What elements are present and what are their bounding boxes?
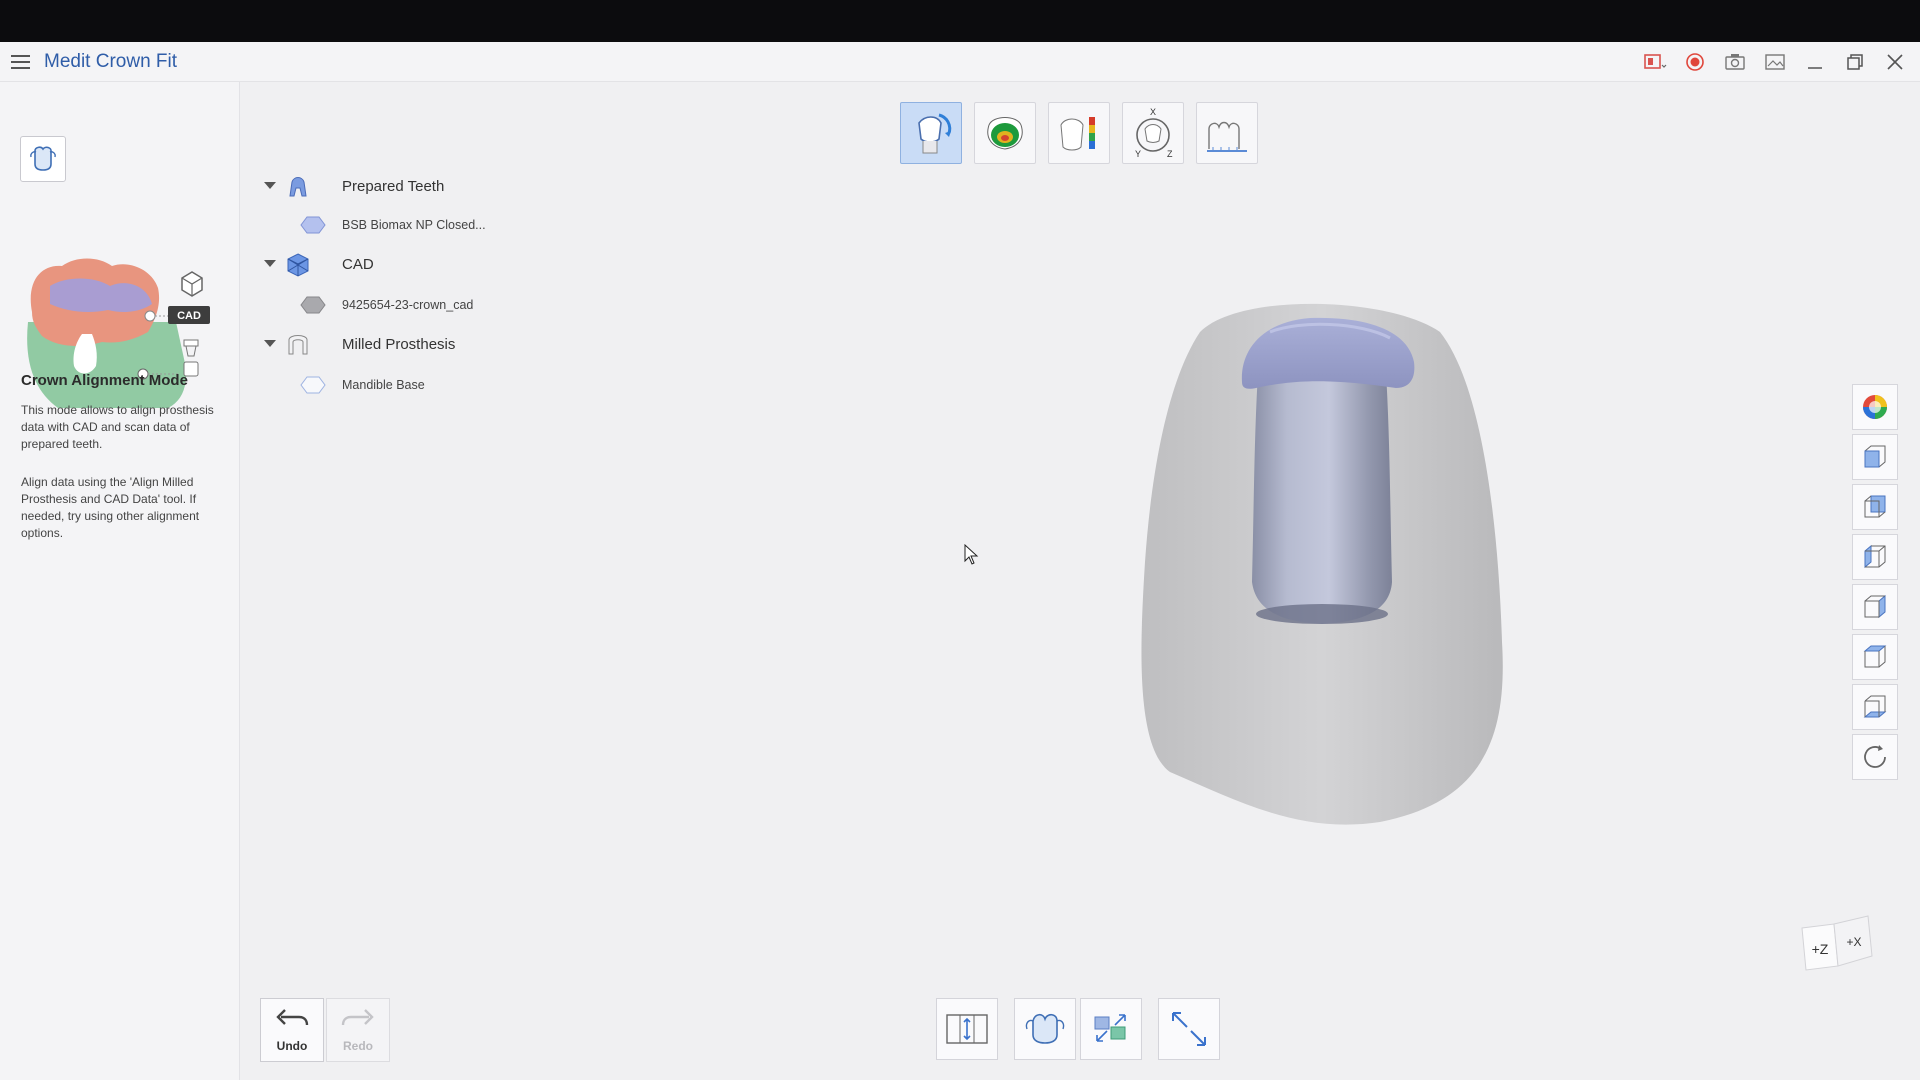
tree-group-label: Milled Prosthesis xyxy=(342,336,456,353)
record-icon[interactable] xyxy=(1682,50,1708,74)
minimize-icon[interactable] xyxy=(1802,50,1828,74)
axis-x-label: +X xyxy=(1846,935,1861,949)
undo-button[interactable]: Undo xyxy=(260,998,324,1062)
redo-icon xyxy=(341,1009,374,1026)
align-prosthesis-cad-button[interactable] xyxy=(1014,998,1076,1060)
app-title: Medit Crown Fit xyxy=(44,51,178,72)
measure-tool-icon xyxy=(1207,121,1247,152)
camera-icon[interactable] xyxy=(1722,50,1748,74)
svg-text:Y: Y xyxy=(1135,149,1141,159)
mode-sidebar: CAD Crown Alignment Mode This mode allow… xyxy=(0,82,240,1080)
mouse-cursor-icon xyxy=(964,544,979,565)
svg-text:Z: Z xyxy=(1167,149,1173,159)
point-alignment-button[interactable] xyxy=(1080,998,1142,1060)
collapse-caret-icon[interactable] xyxy=(264,182,276,189)
prepared-teeth-icon xyxy=(289,177,307,197)
view-left-icon xyxy=(1864,544,1886,569)
measure-tool-button[interactable] xyxy=(1196,102,1258,164)
hexagon-data-icon xyxy=(300,376,326,394)
point-align-icon xyxy=(1094,1014,1126,1042)
tree-group-milled-prosthesis[interactable]: Milled Prosthesis xyxy=(264,330,564,360)
tree-item-crown-cad[interactable]: 9425654-23-crown_cad xyxy=(264,290,564,320)
screen-top-bar xyxy=(0,0,1920,42)
hexagon-data-icon xyxy=(300,216,326,234)
tree-group-label: CAD xyxy=(342,256,374,273)
close-icon[interactable] xyxy=(1882,50,1908,74)
undo-label: Undo xyxy=(276,1039,308,1053)
collapse-caret-icon[interactable] xyxy=(264,340,276,347)
view-right-icon xyxy=(1864,594,1886,619)
svg-text:X: X xyxy=(1150,107,1156,117)
view-back-icon xyxy=(1864,495,1886,518)
tree-item-mandible-base[interactable]: Mandible Base xyxy=(264,370,564,400)
deviation-tool-button[interactable] xyxy=(1048,102,1110,164)
redo-button[interactable]: Redo xyxy=(326,998,390,1062)
align-tool-button[interactable] xyxy=(900,102,962,164)
crown-align-icon xyxy=(30,146,56,171)
abutment-model[interactable] xyxy=(1252,372,1392,624)
mode-instruction: Align data using the 'Align Milled Prost… xyxy=(21,475,200,540)
view-bottom-button[interactable] xyxy=(1852,684,1898,730)
data-split-view-button[interactable] xyxy=(936,998,998,1060)
tree-group-prepared-teeth[interactable]: Prepared Teeth xyxy=(264,172,564,202)
deviation-tool-icon xyxy=(1060,117,1095,151)
view-front-button[interactable] xyxy=(1852,434,1898,480)
mode-title: Crown Alignment Mode xyxy=(21,372,188,389)
color-mode-button[interactable] xyxy=(1852,384,1898,430)
tree-item-prepared-scan[interactable]: BSB Biomax NP Closed... xyxy=(264,210,564,240)
view-bottom-icon xyxy=(1863,695,1887,718)
axis-orientation-cube[interactable]: +Z +X xyxy=(1798,908,1884,980)
align-tool-icon xyxy=(918,113,952,154)
split-view-icon xyxy=(946,1014,988,1044)
xyz-axis-tool-button[interactable]: X Y Z xyxy=(1122,102,1184,164)
reset-view-icon xyxy=(1864,745,1886,768)
color-wheel-icon xyxy=(1863,395,1887,419)
tree-group-label: Prepared Teeth xyxy=(342,178,445,195)
collapse-caret-icon[interactable] xyxy=(264,260,276,267)
hexagon-data-icon xyxy=(300,296,326,314)
occlusion-tool-button[interactable] xyxy=(974,102,1036,164)
screenshot-gallery-icon[interactable] xyxy=(1762,50,1788,74)
view-right-button[interactable] xyxy=(1852,584,1898,630)
main-workspace: X Y Z Prepared Teeth BSB Biomax NP Close… xyxy=(240,82,1920,1080)
screen-layout-icon[interactable] xyxy=(1642,50,1668,74)
tree-item-label: 9425654-23-crown_cad xyxy=(342,298,474,312)
milled-prosthesis-icon xyxy=(288,335,308,355)
view-back-button[interactable] xyxy=(1852,484,1898,530)
menu-icon[interactable] xyxy=(10,52,32,72)
tree-item-label: BSB Biomax NP Closed... xyxy=(342,218,486,232)
mode-description: This mode allows to align prosthesis dat… xyxy=(21,403,214,451)
reset-view-button[interactable] xyxy=(1852,734,1898,780)
occlusion-tool-icon xyxy=(987,117,1023,150)
view-top-button[interactable] xyxy=(1852,634,1898,680)
xyz-axis-tool-icon: X Y Z xyxy=(1135,107,1173,159)
crown-alignment-mode-button[interactable] xyxy=(20,136,66,182)
view-top-icon xyxy=(1863,645,1887,668)
tree-group-cad[interactable]: CAD xyxy=(264,250,564,280)
cad-cube-icon xyxy=(287,253,309,277)
undo-icon xyxy=(276,1009,309,1026)
align-prosthesis-icon xyxy=(1025,1013,1065,1044)
cad-badge: CAD xyxy=(177,310,201,322)
expand-arrows-icon xyxy=(1172,1012,1206,1046)
title-bar: Medit Crown Fit xyxy=(0,42,1920,82)
tree-item-label: Mandible Base xyxy=(342,378,425,392)
view-left-button[interactable] xyxy=(1852,534,1898,580)
view-front-icon xyxy=(1864,445,1886,468)
fit-expand-button[interactable] xyxy=(1158,998,1220,1060)
axis-z-label: +Z xyxy=(1812,941,1829,957)
redo-label: Redo xyxy=(343,1039,373,1053)
restore-icon[interactable] xyxy=(1842,50,1868,74)
